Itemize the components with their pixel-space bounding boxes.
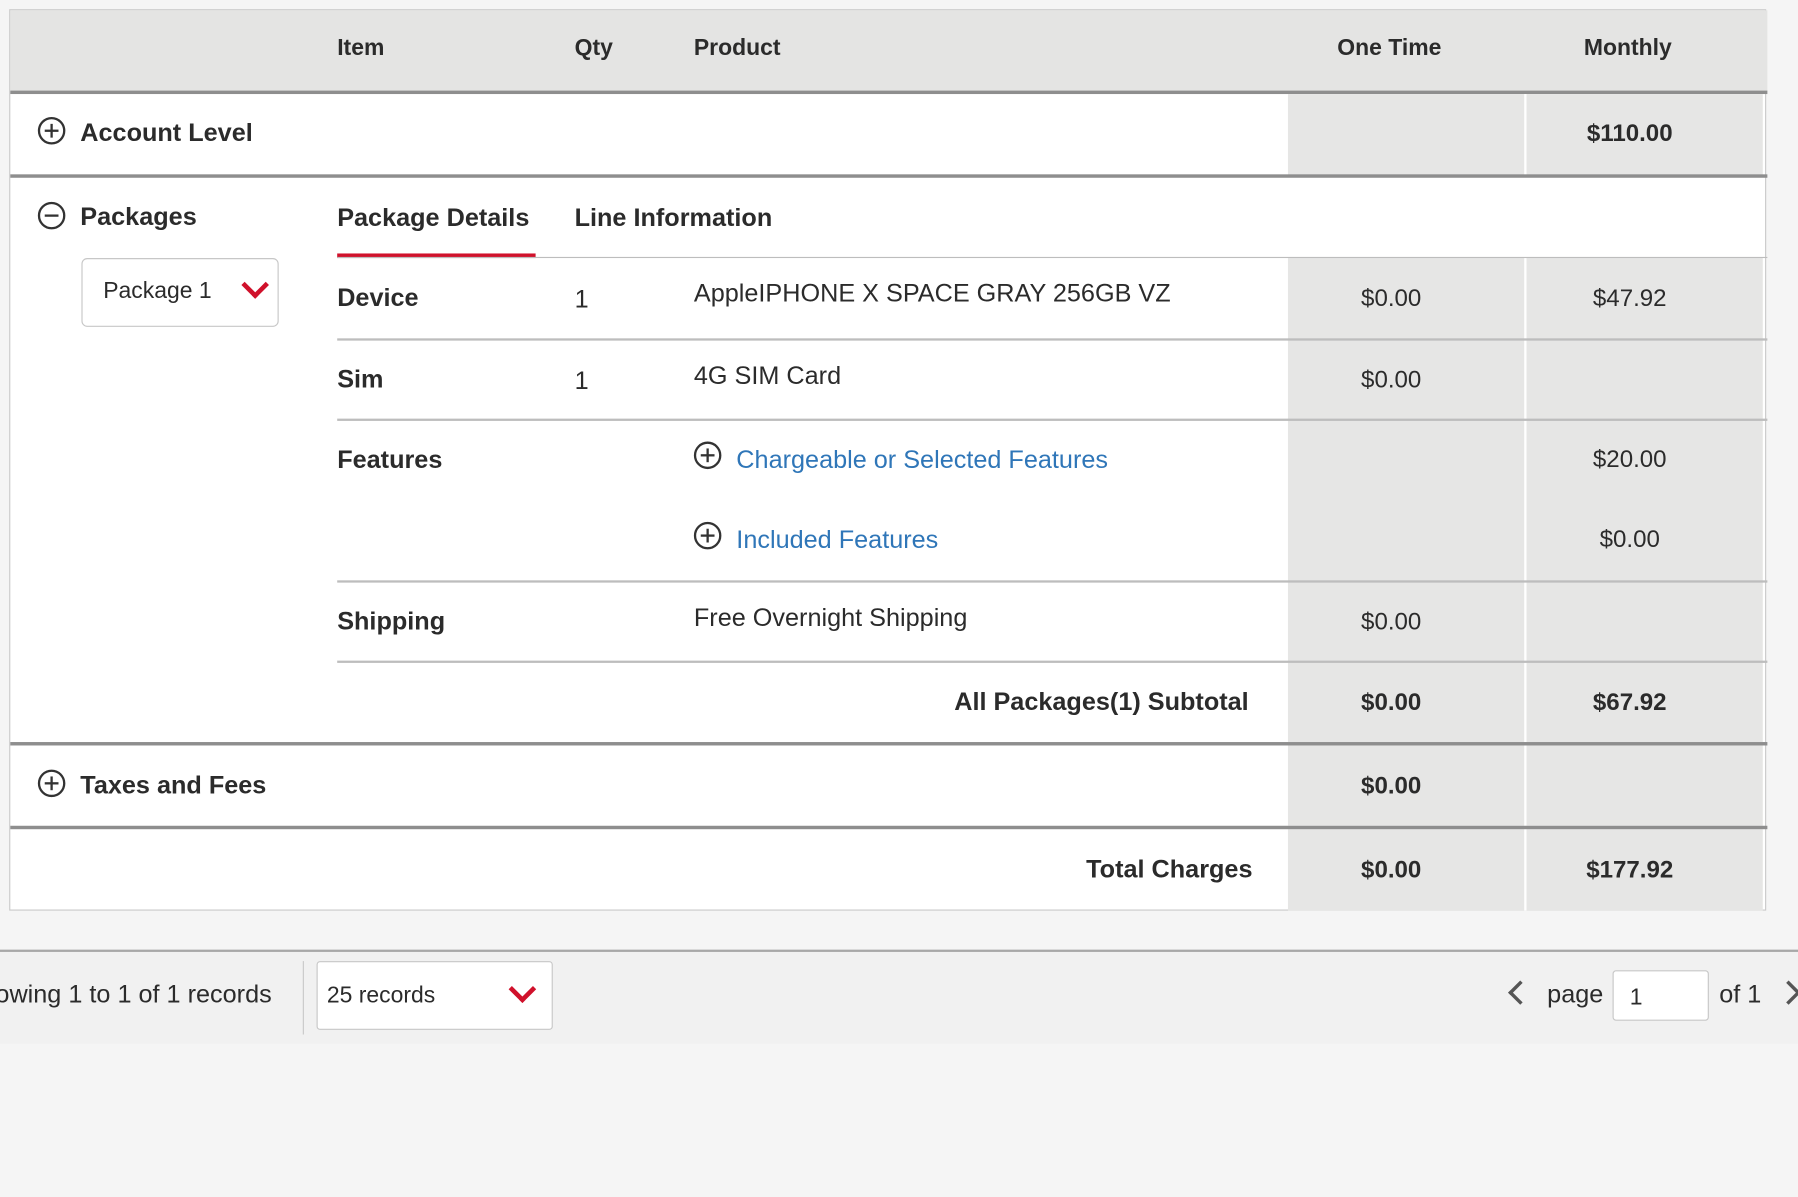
chevron-left-icon[interactable] [1508,980,1533,1005]
device-one-time: $0.00 [1361,285,1422,312]
total-one-time: $0.00 [1361,856,1422,884]
row-divider [337,660,1768,663]
sim-one-time: $0.00 [1361,367,1422,394]
taxes-one-time: $0.00 [1361,773,1422,800]
tab-package-details[interactable]: Package Details [337,203,529,233]
sim-qty: 1 [574,365,589,395]
package-select[interactable]: Package 1 [81,258,279,327]
sim-product: 4G SIM Card [693,361,842,390]
tab-line-information[interactable]: Line Information [575,203,773,233]
account-level-label[interactable]: Account Level [80,118,252,148]
included-features-monthly: $0.00 [1599,526,1660,553]
subtotal-one-time: $0.00 [1361,689,1422,716]
account-divider [10,174,1768,178]
page-size-value: 25 records [326,982,436,1009]
device-monthly: $47.92 [1592,285,1667,312]
sim-label: Sim [337,364,384,394]
taxes-divider [10,825,1768,830]
plus-circle-icon[interactable] [693,521,722,550]
shipping-one-time: $0.00 [1361,609,1422,636]
page-number-value: 1 [1629,985,1643,1011]
records-info: owing 1 to 1 of 1 records [0,979,272,1009]
package-select-value: Package 1 [103,278,212,304]
total-monthly: $177.92 [1586,856,1674,884]
plus-circle-icon[interactable] [37,116,66,145]
page-number-input[interactable]: 1 [1612,970,1709,1021]
table-header: Item Qty Product One Time Monthly [10,10,1768,92]
header-monthly: Monthly [1583,35,1672,61]
packages-label[interactable]: Packages [80,202,196,232]
features-label: Features [337,444,443,474]
pagination-bar: owing 1 to 1 of 1 records 25 records pag… [0,949,1798,1044]
tabs-divider [337,256,1768,259]
row-divider [337,580,1768,583]
shipping-label: Shipping [337,606,446,636]
account-monthly: $110.00 [1586,120,1673,147]
total-label: Total Charges [1086,854,1253,884]
plus-circle-icon[interactable] [693,441,722,470]
included-features-link[interactable]: Included Features [736,525,938,555]
chevron-right-icon[interactable] [1776,980,1798,1005]
footer-separator [302,961,304,1035]
charges-table: Item Qty Product One Time Monthly Accoun… [9,9,1768,911]
header-qty: Qty [574,35,613,61]
page-label: page [1547,979,1604,1009]
chevron-down-icon [508,975,537,1003]
header-product: Product [693,35,781,61]
minus-circle-icon[interactable] [37,201,66,230]
row-divider [337,338,1768,341]
device-product: AppleIPHONE X SPACE GRAY 256GB VZ [693,278,1171,308]
page-of-label: of 1 [1719,979,1762,1009]
subtotal-label: All Packages(1) Subtotal [954,686,1249,716]
taxes-label[interactable]: Taxes and Fees [80,771,266,801]
plus-circle-icon[interactable] [37,769,66,798]
chargeable-features-link[interactable]: Chargeable or Selected Features [736,445,1108,475]
page-size-select[interactable]: 25 records [316,961,553,1030]
row-divider [337,418,1768,421]
device-qty: 1 [574,284,589,314]
header-one-time: One Time [1337,35,1442,61]
device-label: Device [337,283,419,312]
page: Item Qty Product One Time Monthly Accoun… [0,0,1798,1197]
shipping-product: Free Overnight Shipping [693,603,968,632]
chevron-down-icon [241,271,269,299]
chargeable-features-monthly: $20.00 [1592,446,1667,473]
price-column-separator [1524,94,1527,911]
packages-divider [10,742,1768,746]
header-item: Item [337,35,385,61]
subtotal-monthly: $67.92 [1592,689,1667,716]
